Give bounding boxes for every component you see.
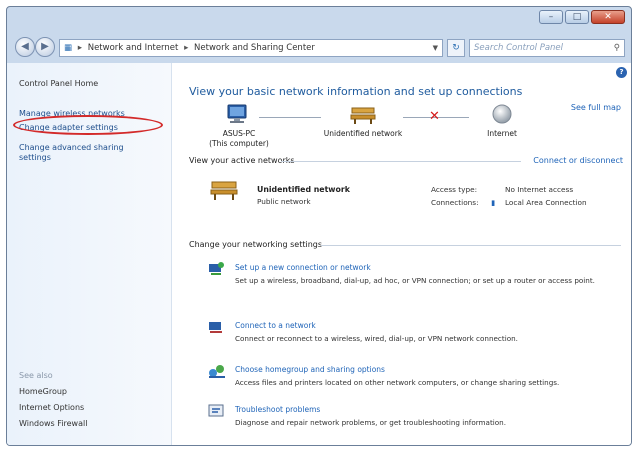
map-network-label: Unidentified network [323, 129, 403, 138]
address-separator: ▸ [77, 43, 83, 53]
address-bar[interactable]: ▦ ▸ Network and Internet ▸ Network and S… [59, 39, 443, 57]
map-internet-label: Internet [487, 129, 517, 138]
breadcrumb-network-and-sharing-center[interactable]: Network and Sharing Center [194, 43, 315, 53]
window: – □ ✕ ◀ ▶ ▦ ▸ Network and Internet ▸ Net… [6, 6, 632, 446]
task-troubleshoot-desc: Diagnose and repair network problems, or… [235, 418, 507, 427]
highlight-oval [13, 115, 163, 135]
search-input[interactable]: Search Control Panel ⚲ [469, 39, 625, 57]
network-adapter-icon: ▮ [491, 198, 496, 207]
bench-network-icon-large [210, 181, 238, 200]
minimize-button[interactable]: – [539, 10, 563, 24]
globe-icon [492, 104, 512, 124]
connect-or-disconnect-link[interactable]: Connect or disconnect [533, 156, 623, 165]
search-icon[interactable]: ⚲ [614, 40, 620, 56]
access-type-label: Access type: [431, 185, 478, 194]
sidebar-item-change-advanced-sharing[interactable]: Change advanced sharing [19, 143, 124, 153]
sidebar-control-panel-home[interactable]: Control Panel Home [19, 79, 98, 89]
sidebar-item-homegroup[interactable]: HomeGroup [19, 387, 67, 397]
new-connection-icon [209, 262, 224, 275]
see-also-heading: See also [19, 371, 53, 380]
task-connect-network-desc: Connect or reconnect to a wireless, wire… [235, 334, 518, 343]
sidebar-item-change-advanced-sharing-cont[interactable]: settings [19, 153, 51, 163]
connections-label: Connections: [431, 198, 479, 207]
active-network-name: Unidentified network [257, 185, 350, 194]
title-bar: – □ ✕ [7, 7, 631, 33]
task-troubleshoot-link[interactable]: Troubleshoot problems [235, 405, 320, 414]
breadcrumb-network-and-internet[interactable]: Network and Internet [88, 43, 179, 53]
sidebar-item-windows-firewall[interactable]: Windows Firewall [19, 419, 87, 429]
map-connector-line [259, 117, 321, 118]
divider [281, 161, 521, 162]
back-button[interactable]: ◀ [15, 37, 35, 57]
change-settings-heading: Change your networking settings [189, 240, 323, 249]
forward-button[interactable]: ▶ [35, 37, 55, 57]
maximize-button[interactable]: □ [565, 10, 589, 24]
content-area: Control Panel Home Manage wireless netwo… [7, 63, 631, 445]
help-icon[interactable]: ? [616, 67, 627, 78]
address-dropdown-icon[interactable]: ▼ [433, 40, 438, 56]
troubleshoot-icon [208, 404, 224, 417]
computer-icon [227, 104, 247, 123]
navigation-bar: ◀ ▶ ▦ ▸ Network and Internet ▸ Network a… [7, 33, 631, 63]
sidebar: Control Panel Home Manage wireless netwo… [7, 63, 172, 445]
divider-2 [321, 245, 621, 246]
task-homegroup-desc: Access files and printers located on oth… [235, 378, 560, 387]
active-network-type[interactable]: Public network [257, 197, 311, 206]
address-icon: ▦ [64, 43, 73, 53]
sidebar-item-internet-options[interactable]: Internet Options [19, 403, 84, 413]
homegroup-icon [209, 365, 225, 378]
page-title: View your basic network information and … [189, 85, 523, 98]
task-setup-connection-link[interactable]: Set up a new connection or network [235, 263, 371, 272]
no-connection-x-icon: ✕ [429, 109, 440, 124]
window-controls: – □ ✕ [539, 10, 625, 24]
main-panel: ? View your basic network information an… [171, 63, 631, 445]
map-computer-sublabel: (This computer) [209, 139, 269, 148]
bench-network-icon [350, 107, 376, 124]
access-type-value: No Internet access [505, 185, 574, 194]
refresh-icon[interactable]: ↻ [447, 39, 465, 57]
task-setup-connection-desc: Set up a wireless, broadband, dial-up, a… [235, 276, 595, 285]
task-connect-network-link[interactable]: Connect to a network [235, 321, 316, 330]
connect-network-icon [209, 322, 222, 333]
close-button[interactable]: ✕ [591, 10, 625, 24]
active-networks-heading: View your active networks [189, 156, 295, 165]
address-separator: ▸ [184, 43, 189, 53]
search-placeholder: Search Control Panel [474, 43, 564, 53]
see-full-map-link[interactable]: See full map [571, 103, 621, 112]
map-computer-label: ASUS-PC [222, 129, 256, 138]
task-homegroup-link[interactable]: Choose homegroup and sharing options [235, 365, 385, 374]
local-area-connection-link[interactable]: Local Area Connection [505, 198, 587, 207]
